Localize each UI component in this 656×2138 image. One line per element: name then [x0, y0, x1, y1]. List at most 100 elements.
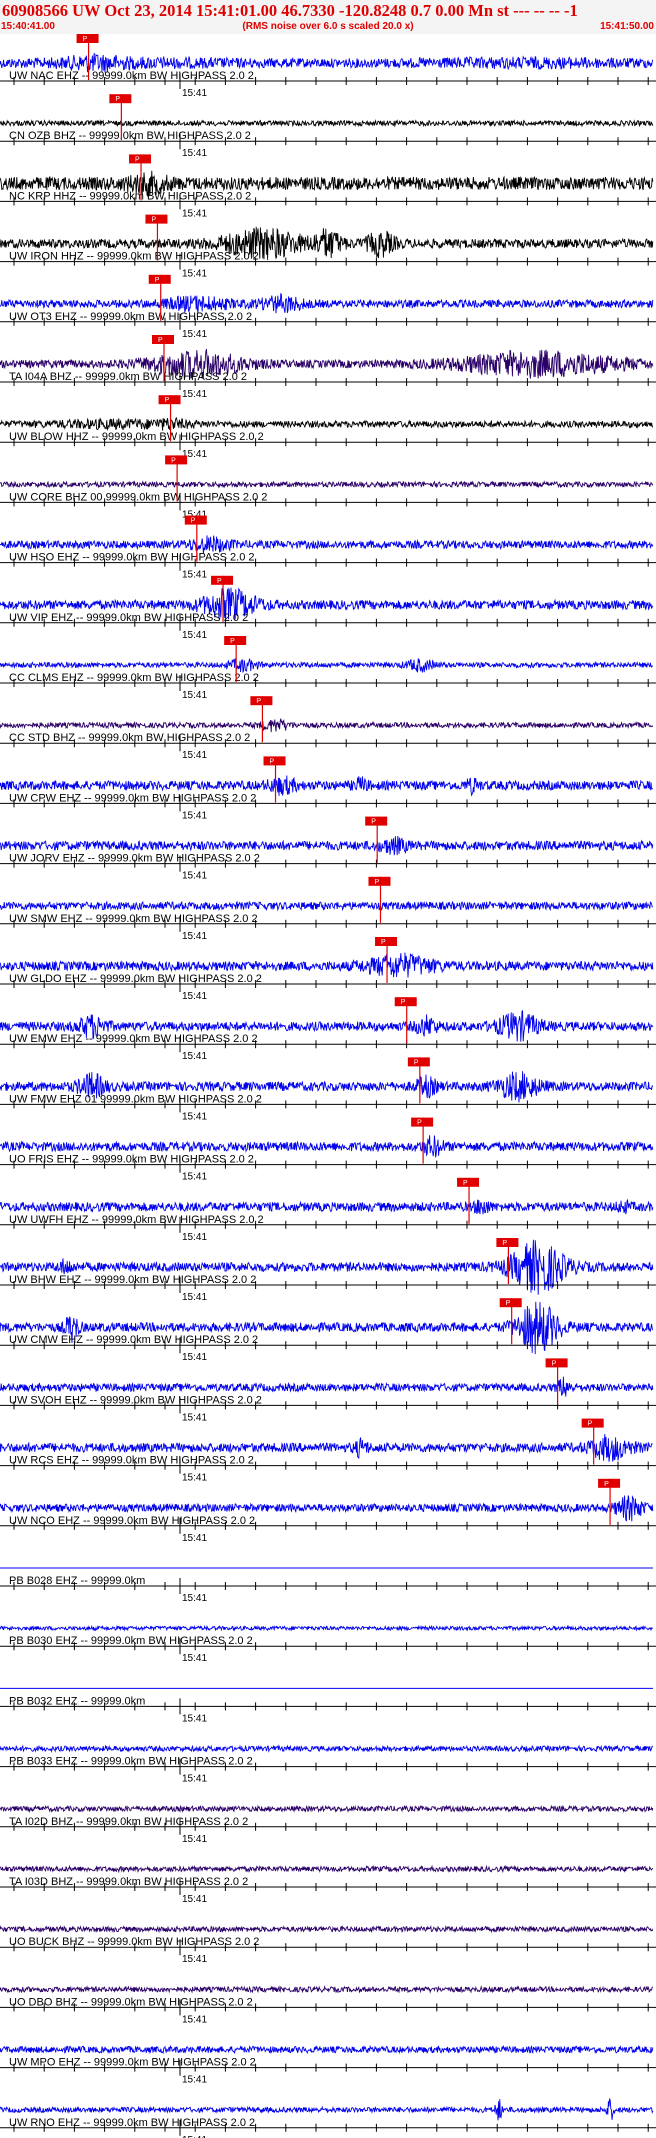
end-time: 15:41:50.00 [600, 21, 654, 32]
traces-layer: UW NAC EHZ -- 99999.0km BW HIGHPASS 2.0 … [0, 34, 656, 2138]
minute-label: 15:41 [182, 1894, 207, 1905]
pick-label: P [371, 819, 376, 826]
trace-row: UW CMW EHZ -- 99999.0km BW HIGHPASS 2.0 … [0, 1298, 656, 1363]
station-label: TA I04A BHZ -- 99999.0km BW HIGHPASS 2.0… [9, 371, 247, 383]
station-label: UW CORE BHZ 00 99999.0km BW HIGHPASS 2.0… [9, 491, 267, 503]
station-label: UW RCS EHZ -- 99999.0km BW HIGHPASS 2.0 … [9, 1455, 254, 1467]
seismogram-plot: UW NAC EHZ -- 99999.0km BW HIGHPASS 2.0 … [0, 34, 656, 2138]
trace-row: CC CLMS EHZ -- 99999.0km BW HIGHPASS 2.0… [0, 636, 656, 701]
pick-label: P [155, 277, 160, 284]
waveform [0, 416, 654, 431]
station-label: CC STD BHZ -- 99999.0km BW HIGHPASS 2.0 … [9, 732, 250, 744]
minute-label: 15:41 [182, 389, 207, 400]
pick-flag [407, 1057, 430, 1067]
waveform [0, 1198, 654, 1215]
trace-row: UW VIP EHZ -- 99999.0km BW HIGHPASS 2.0 … [0, 575, 656, 641]
pick-flag [109, 94, 132, 104]
minute-label: 15:41 [182, 269, 207, 280]
trace-row: UW CORE BHZ 00 99999.0km BW HIGHPASS 2.0… [0, 455, 656, 520]
trace-row: PB B033 EHZ -- 99999.0km BW HIGHPASS 2.0… [0, 1744, 656, 1785]
station-label: PB B030 EHZ -- 99999.0km BW HIGHPASS 2.0… [9, 1635, 253, 1647]
pick-label: P [270, 758, 275, 765]
minute-label: 15:41 [182, 750, 207, 761]
pick-label: P [506, 1300, 511, 1307]
station-label: CN OZB BHZ -- 99999.0km BW HIGHPASS 2.0 … [9, 130, 251, 142]
trace-row: UO DBO BHZ -- 99999.0km BW HIGHPASS 2.0 … [0, 1985, 656, 2025]
trace-row: UW IRON HHZ -- 99999.0km BW HIGHPASS 2.0… [0, 214, 656, 280]
minute-label: 15:41 [182, 148, 207, 159]
station-label: UW GLDO EHZ -- 99999.0km BW HIGHPASS 2.0… [9, 973, 262, 985]
station-label: PB B028 EHZ -- 99999.0km [9, 1575, 145, 1587]
pick-label: P [256, 698, 261, 705]
trace-row: TA I02D BHZ -- 99999.0km BW HIGHPASS 2.0… [0, 1804, 656, 1845]
minute-label: 15:41 [182, 690, 207, 701]
pick-flag [394, 997, 417, 1007]
pick-flag [148, 274, 171, 284]
pick-flag [145, 214, 168, 224]
trace-row: UW OT3 EHZ -- 99999.0km BW HIGHPASS 2.0 … [0, 274, 656, 340]
pick-flag [158, 395, 181, 405]
station-label: TA I03D BHZ -- 99999.0km BW HIGHPASS 2.0… [9, 1876, 248, 1888]
minute-label: 15:41 [182, 88, 207, 99]
minute-label: 15:41 [182, 1352, 207, 1363]
pick-flag [375, 937, 398, 946]
pick-label: P [374, 879, 379, 886]
station-label: UO DBO BHZ -- 99999.0km BW HIGHPASS 2.0 … [9, 1996, 253, 2008]
minute-label: 15:41 [182, 1653, 207, 1664]
pick-label: P [151, 217, 156, 224]
waveform [0, 1864, 654, 1874]
station-label: UO FRIS EHZ -- 99999.0km BW HIGHPASS 2.0… [9, 1154, 254, 1166]
pick-label: P [463, 1180, 468, 1187]
trace-row: PB B032 EHZ -- 99999.0km 15:41 [0, 1687, 656, 1724]
pick-flag [165, 455, 188, 465]
pick-label: P [417, 1120, 422, 1127]
pick-flag [263, 756, 286, 766]
trace-row: UW BHW EHZ -- 99999.0km BW HIGHPASS 2.0 … [0, 1238, 656, 1303]
station-label: UW VIP EHZ -- 99999.0km BW HIGHPASS 2.0 … [9, 612, 248, 624]
station-label: UW HSO EHZ -- 99999.0km BW HIGHPASS 2.0 … [9, 552, 255, 564]
trace-row: PB B028 EHZ -- 99999.0km 15:41 [0, 1567, 656, 1604]
waveform [0, 718, 654, 733]
pick-flag [496, 1238, 519, 1247]
waveform [0, 1924, 654, 1934]
pick-flag [184, 515, 207, 525]
trace-row: PB B030 EHZ -- 99999.0km BW HIGHPASS 2.0… [0, 1624, 656, 1664]
minute-label: 15:41 [182, 2014, 207, 2025]
pick-flag [365, 816, 388, 826]
minute-label: 15:41 [182, 1954, 207, 1965]
trace-row: CC STD BHZ -- 99999.0km BW HIGHPASS 2.0 … [0, 696, 656, 761]
trace-row: UW SVOH EHZ -- 99999.0km BW HIGHPASS 2.0… [0, 1358, 656, 1423]
pick-label: P [165, 397, 170, 404]
station-label: UW EMW EHZ -- 99999.0km BW HIGHPASS 2.0 … [9, 1033, 258, 1045]
waveform [0, 900, 654, 912]
waveform [0, 480, 654, 489]
pick-label: P [381, 939, 386, 946]
station-label: UW SMW EHZ -- 99999.0km BW HIGHPASS 2.0 … [9, 913, 258, 925]
pick-label: P [158, 337, 163, 344]
pick-flag [250, 696, 273, 706]
minute-label: 15:41 [182, 931, 207, 942]
minute-label: 15:41 [182, 1292, 207, 1303]
trace-row: UW EMW EHZ -- 99999.0km BW HIGHPASS 2.0 … [0, 997, 656, 1062]
station-label: NC KRP HHZ -- 99999.0km BW HIGHPASS 2.0 … [9, 190, 251, 202]
scale-note: (RMS noise over 6.0 s scaled 20.0 x) [242, 21, 414, 32]
pick-label: P [230, 638, 235, 645]
minute-label: 15:41 [182, 1232, 207, 1243]
pick-flag [76, 34, 99, 43]
minute-label: 15:41 [182, 1111, 207, 1122]
station-label: UW NCO EHZ -- 99999.0km BW HIGHPASS 2.0 … [9, 1515, 255, 1527]
station-label: UW NAC EHZ -- 99999.0km BW HIGHPASS 2.0 … [9, 70, 254, 82]
station-label: UW CPW EHZ -- 99999.0km BW HIGHPASS 2.0 … [9, 792, 256, 804]
trace-row: UO FRIS EHZ -- 99999.0km BW HIGHPASS 2.0… [0, 1117, 656, 1183]
minute-label: 15:41 [182, 630, 207, 641]
pick-flag [211, 575, 234, 585]
minute-label: 15:41 [182, 1593, 207, 1604]
minute-label: 15:41 [182, 570, 207, 581]
header-bar: 60908566 UW Oct 23, 2014 15:41:01.00 46.… [0, 0, 656, 34]
trace-row: UW BLOW HHZ -- 99999.0km BW HIGHPASS 2.0… [0, 395, 656, 460]
trace-row: TA I03D BHZ -- 99999.0km BW HIGHPASS 2.0… [0, 1864, 656, 1905]
waveform [0, 1239, 654, 1295]
trace-row: UW NCO EHZ -- 99999.0km BW HIGHPASS 2.0 … [0, 1478, 656, 1544]
minute-label: 15:41 [182, 1774, 207, 1785]
station-label: UW OT3 EHZ -- 99999.0km BW HIGHPASS 2.0 … [9, 311, 252, 323]
